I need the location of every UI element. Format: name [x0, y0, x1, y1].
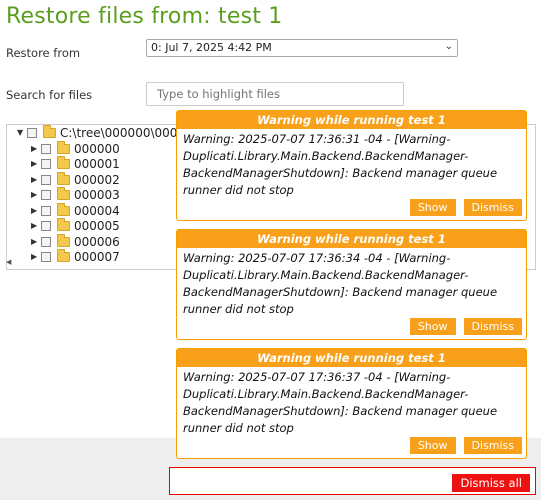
dismiss-button[interactable]: Dismiss	[463, 318, 522, 335]
tree-item-label: 000006	[74, 234, 120, 249]
chevron-down-icon: ⌄	[444, 41, 453, 52]
tree-root[interactable]: ▼ C:\tree\000000\000	[17, 125, 177, 140]
checkbox[interactable]	[41, 174, 51, 185]
dismiss-all-bar: Dismiss all	[169, 467, 536, 495]
checkbox[interactable]	[41, 143, 51, 154]
restore-from-label: Restore from	[6, 46, 81, 60]
folder-icon	[57, 217, 70, 231]
expand-triangle-icon[interactable]: ▶	[31, 252, 41, 261]
warning-toast: Warning while running test 1 Warning: 20…	[176, 110, 527, 221]
show-button[interactable]: Show	[409, 199, 456, 216]
warning-toast: Warning while running test 1 Warning: 20…	[176, 348, 527, 459]
toast-message: Warning: 2025-07-07 17:36:37 -04 - [Warn…	[183, 370, 498, 435]
folder-icon	[57, 155, 70, 169]
expand-triangle-icon[interactable]: ▶	[31, 144, 41, 153]
toast-header: Warning while running test 1	[177, 230, 526, 248]
checkbox[interactable]	[27, 127, 37, 138]
toast-header: Warning while running test 1	[177, 349, 526, 367]
dismiss-all-button[interactable]: Dismiss all	[452, 474, 530, 492]
folder-icon	[57, 171, 70, 185]
page-title: Restore files from: test 1	[6, 4, 283, 29]
tree-item-label: 000007	[74, 249, 120, 264]
folder-icon	[57, 140, 70, 154]
restore-from-value: 0: Jul 7, 2025 4:42 PM	[151, 41, 272, 54]
folder-icon	[43, 125, 56, 138]
checkbox[interactable]	[41, 220, 51, 231]
expand-triangle-icon[interactable]: ▶	[31, 237, 41, 246]
checkbox[interactable]	[41, 189, 51, 200]
tree-item[interactable]: ▶ 000005	[31, 217, 120, 233]
tree-item-label: 000000	[74, 141, 120, 156]
dismiss-button[interactable]: Dismiss	[463, 199, 522, 216]
expand-triangle-icon[interactable]: ▶	[31, 206, 41, 215]
search-input[interactable]	[146, 82, 404, 106]
tree-item-label: 000004	[74, 203, 120, 218]
tree-item[interactable]: ▶ 000006	[31, 233, 120, 249]
tree-item[interactable]: ▶ 000007	[31, 248, 120, 264]
tree-item-label: 000001	[74, 156, 120, 171]
checkbox[interactable]	[41, 158, 51, 169]
collapse-triangle-icon[interactable]: ▼	[17, 128, 27, 137]
folder-icon	[57, 186, 70, 200]
warning-toast: Warning while running test 1 Warning: 20…	[176, 229, 527, 340]
toast-header: Warning while running test 1	[177, 111, 526, 129]
checkbox[interactable]	[41, 251, 51, 262]
tree-item[interactable]: ▶ 000000	[31, 140, 120, 156]
folder-icon	[57, 248, 70, 262]
tree-item[interactable]: ▶ 000001	[31, 155, 120, 171]
expand-triangle-icon[interactable]: ▶	[31, 175, 41, 184]
checkbox[interactable]	[41, 236, 51, 247]
restore-from-select[interactable]: 0: Jul 7, 2025 4:42 PM ⌄	[146, 39, 458, 57]
toast-message: Warning: 2025-07-07 17:36:34 -04 - [Warn…	[183, 251, 498, 316]
expand-triangle-icon[interactable]: ▶	[31, 159, 41, 168]
toast-message: Warning: 2025-07-07 17:36:31 -04 - [Warn…	[183, 132, 498, 197]
tree-root-label: C:\tree\000000\000	[60, 125, 178, 140]
folder-icon	[57, 233, 70, 247]
scroll-left-icon[interactable]: ◀	[6, 258, 11, 266]
tree-item[interactable]: ▶ 000003	[31, 186, 120, 202]
tree-item-label: 000002	[74, 172, 120, 187]
folder-icon	[57, 202, 70, 216]
dismiss-button[interactable]: Dismiss	[463, 437, 522, 454]
checkbox[interactable]	[41, 205, 51, 216]
expand-triangle-icon[interactable]: ▶	[31, 221, 41, 230]
tree-item[interactable]: ▶ 000002	[31, 171, 120, 187]
expand-triangle-icon[interactable]: ▶	[31, 190, 41, 199]
search-label: Search for files	[6, 88, 93, 102]
tree-item-label: 000003	[74, 187, 120, 202]
tree-item[interactable]: ▶ 000004	[31, 202, 120, 218]
show-button[interactable]: Show	[409, 318, 456, 335]
tree-item-label: 000005	[74, 218, 120, 233]
show-button[interactable]: Show	[409, 437, 456, 454]
